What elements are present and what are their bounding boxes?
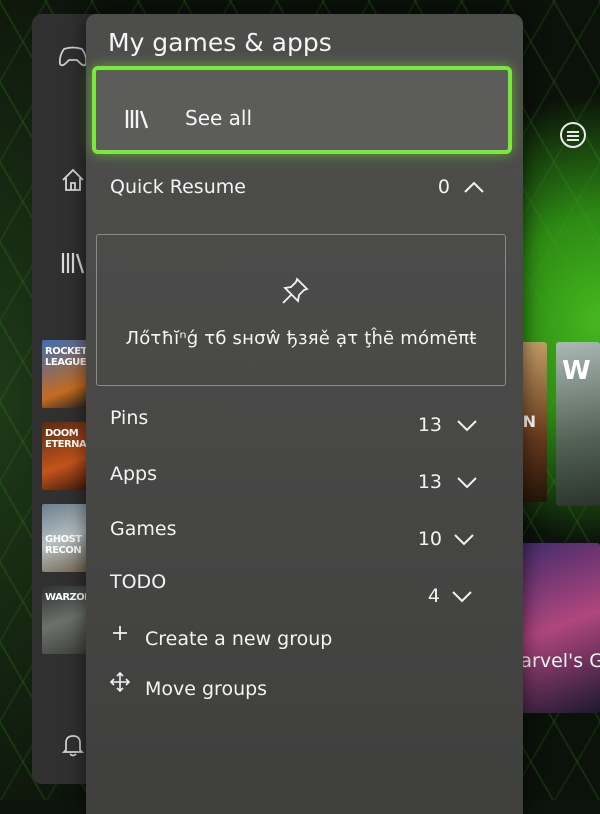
chevron-down-icon[interactable] xyxy=(452,532,476,546)
tile-title: ROCKET LEAGUE xyxy=(45,346,87,368)
chevron-down-icon[interactable] xyxy=(455,418,479,432)
notifications-icon[interactable] xyxy=(58,730,88,760)
move-icon xyxy=(110,672,130,692)
controller-icon[interactable] xyxy=(58,42,88,72)
chevron-up-icon[interactable] xyxy=(462,180,486,194)
tile-title: DOOM ETERNAL xyxy=(45,428,90,450)
game-tile-right-2[interactable]: W xyxy=(556,342,600,506)
panel-title: My games & apps xyxy=(108,28,332,57)
chevron-down-icon[interactable] xyxy=(450,589,474,603)
group-todo-label[interactable]: TODO xyxy=(110,571,166,593)
quick-resume-count: 0 xyxy=(437,176,450,198)
quick-resume-label[interactable]: Quick Resume xyxy=(110,176,246,198)
home-icon[interactable] xyxy=(58,165,88,195)
group-apps-label[interactable]: Apps xyxy=(110,463,157,485)
pinned-tile-rocket-league[interactable]: ROCKET LEAGUE xyxy=(42,340,90,408)
group-pins-label[interactable]: Pins xyxy=(110,407,148,429)
pinned-tile-ghost-recon[interactable]: GHOST RECON xyxy=(42,504,90,572)
tile-title: WARZONE xyxy=(45,592,90,603)
see-all-label: See all xyxy=(185,106,253,130)
empty-message: Лőτħĭⁿǵ τб ѕнσŵ ђзяě ạτ ţĥē mómēπŧ xyxy=(125,328,477,349)
create-group-button[interactable]: Create a new group xyxy=(145,628,332,650)
group-pins-count: 13 xyxy=(417,414,442,436)
library-icon[interactable] xyxy=(58,248,88,278)
quick-resume-empty-box xyxy=(96,234,506,386)
library-icon xyxy=(125,110,149,129)
chevron-down-icon[interactable] xyxy=(455,475,479,489)
menu-icon[interactable] xyxy=(560,122,586,148)
pin-icon xyxy=(282,277,309,304)
tile-title: GHOST RECON xyxy=(45,534,82,556)
tile-partial-letter: W xyxy=(562,356,591,386)
group-games-label[interactable]: Games xyxy=(110,518,176,540)
plus-icon xyxy=(113,626,127,640)
see-all-button[interactable]: See all xyxy=(92,66,512,154)
pinned-tile-doom[interactable]: DOOM ETERNAL xyxy=(42,422,90,490)
group-todo-count: 4 xyxy=(427,585,440,607)
pinned-tile-warzone[interactable]: WARZONE xyxy=(42,586,90,654)
group-apps-count: 13 xyxy=(417,471,442,493)
group-games-count: 10 xyxy=(417,528,442,550)
move-groups-button[interactable]: Move groups xyxy=(145,678,267,700)
